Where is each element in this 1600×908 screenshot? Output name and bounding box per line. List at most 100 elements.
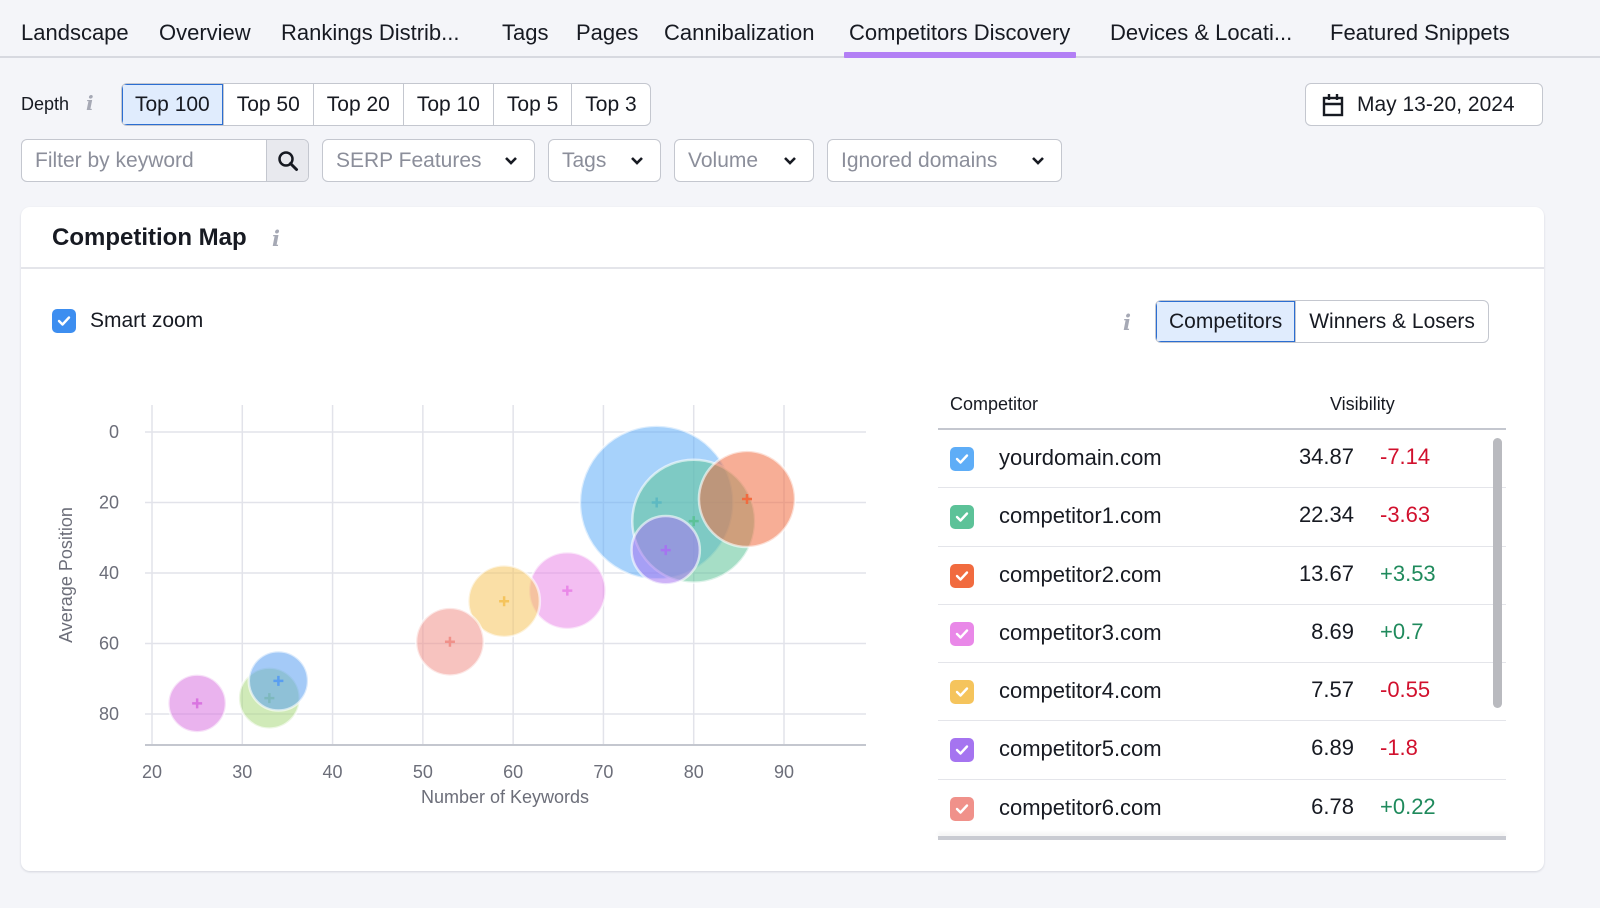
date-range-label: May 13-20, 2024 (1357, 92, 1515, 116)
bubble-competitor5-com[interactable] (630, 514, 702, 586)
depth-top-5[interactable]: Top 5 (492, 84, 571, 125)
tab-rankings-distribution[interactable]: Rankings Distrib... (281, 20, 460, 46)
tab-tags[interactable]: Tags (502, 20, 548, 46)
tab-devices-locations[interactable]: Devices & Locati... (1110, 20, 1292, 46)
table-row[interactable]: competitor1.com 22.34 -3.63 (938, 488, 1506, 547)
visibility-change: +3.53 (1380, 560, 1436, 586)
row-checkbox[interactable] (950, 796, 974, 821)
competitor-domain: competitor4.com (999, 678, 1162, 704)
row-checkbox[interactable] (950, 563, 974, 588)
table-row[interactable]: competitor3.com 8.69 +0.7 (938, 605, 1506, 664)
keyword-filter (21, 139, 309, 182)
checkmark-icon (955, 570, 969, 581)
x-tick-label: 30 (232, 762, 252, 782)
date-range-picker[interactable]: May 13-20, 2024 (1305, 83, 1543, 126)
depth-info-icon[interactable]: i (86, 91, 94, 115)
competitor-domain: competitor6.com (999, 794, 1162, 820)
checkmark-icon (955, 804, 969, 814)
y-axis-label: Average Position (56, 507, 76, 643)
competition-map-card: Competition Map i Smart zoom i Competito… (21, 207, 1544, 871)
table-row[interactable]: competitor4.com 7.57 -0.55 (938, 663, 1506, 722)
header-competitor: Competitor (950, 394, 1039, 414)
depth-top-3[interactable]: Top 3 (571, 84, 649, 125)
table-row[interactable]: competitor2.com 13.67 +3.53 (938, 547, 1506, 605)
x-tick-label: 60 (503, 762, 523, 782)
header-visibility: Visibility (1330, 394, 1395, 414)
competition-bubble-chart: 20 30 40 50 60 70 80 90 0 20 40 60 80 Number of Keyw… (56, 405, 866, 807)
tags-dropdown[interactable]: Tags (548, 139, 661, 182)
competitor-domain: competitor1.com (999, 503, 1162, 529)
row-checkbox[interactable] (950, 505, 974, 530)
checkmark-icon (955, 687, 969, 697)
volume-label: Volume (688, 148, 759, 172)
keyword-filter-input[interactable] (22, 140, 268, 181)
tab-landscape[interactable]: Landscape (21, 20, 129, 46)
serp-features-label: SERP Features (336, 148, 482, 172)
visibility-change: +0.7 (1380, 618, 1424, 644)
depth-top-50[interactable]: Top 50 (222, 84, 313, 125)
table-scrollbar[interactable] (1493, 438, 1502, 708)
mode-competitors[interactable]: Competitors (1156, 301, 1296, 342)
x-tick-label: 70 (593, 762, 613, 782)
chart-bubbles (167, 424, 797, 734)
table-row[interactable]: competitor5.com 6.89 -1.8 (938, 721, 1506, 780)
depth-top-100[interactable]: Top 100 (122, 84, 223, 125)
y-tick-label: 40 (99, 563, 119, 583)
ignored-domains-dropdown[interactable]: Ignored domains (827, 139, 1062, 182)
visibility-change: -3.63 (1380, 502, 1431, 528)
tab-competitors-discovery[interactable]: Competitors Discovery (843, 20, 1077, 58)
row-checkbox[interactable] (950, 680, 974, 705)
visibility-value: 7.57 (1311, 677, 1354, 703)
y-tick-label: 60 (99, 634, 119, 654)
table-header: Competitor Visibility (938, 384, 1506, 430)
search-button[interactable] (266, 140, 308, 181)
mode-winners-losers[interactable]: Winners & Losers (1295, 301, 1488, 342)
x-tick-label: 80 (684, 762, 704, 782)
competitor-domain: competitor5.com (999, 736, 1162, 762)
table-body: yourdomain.com 34.87 -7.14 competitor1.com 2… (938, 430, 1506, 836)
row-checkbox[interactable] (950, 738, 974, 763)
visibility-change: -1.8 (1380, 735, 1418, 761)
visibility-value: 8.69 (1311, 618, 1354, 644)
tab-overview[interactable]: Overview (159, 20, 251, 46)
chevron-down-icon (784, 157, 796, 165)
tab-pages[interactable]: Pages (576, 20, 638, 46)
search-icon (277, 150, 298, 171)
row-checkbox[interactable] (950, 447, 974, 471)
volume-dropdown[interactable]: Volume (674, 139, 814, 182)
bubble-unlabeled-magenta[interactable] (167, 673, 228, 734)
chevron-down-icon (631, 157, 643, 165)
depth-top-10[interactable]: Top 10 (402, 84, 493, 125)
visibility-change: -7.14 (1380, 444, 1431, 469)
table-row[interactable]: competitor6.com 6.78 +0.22 (938, 780, 1506, 836)
bubble-competitor3-com[interactable] (527, 551, 607, 631)
x-tick-label: 90 (774, 762, 794, 782)
tab-cannibalization[interactable]: Cannibalization (664, 20, 814, 46)
bubble-competitor2-com[interactable] (697, 449, 797, 549)
depth-top-20[interactable]: Top 20 (312, 84, 403, 125)
table-footer-divider (938, 836, 1506, 840)
visibility-value: 34.87 (1298, 444, 1354, 469)
row-checkbox[interactable] (950, 621, 974, 646)
y-tick-label: 80 (99, 704, 119, 724)
tab-featured-snippets[interactable]: Featured Snippets (1330, 20, 1510, 46)
checkmark-icon (955, 629, 969, 639)
competitor-domain: competitor3.com (999, 619, 1162, 645)
bubble-unlabeled-blue[interactable] (247, 649, 310, 712)
x-tick-label: 50 (413, 762, 433, 782)
x-axis-label: Number of Keywords (421, 787, 589, 807)
serp-features-dropdown[interactable]: SERP Features (322, 139, 535, 182)
ignored-domains-label: Ignored domains (841, 148, 998, 172)
visibility-value: 6.89 (1311, 735, 1354, 761)
y-tick-label: 20 (99, 493, 119, 513)
tags-label: Tags (562, 148, 607, 172)
visibility-value: 6.78 (1311, 793, 1354, 819)
table-row[interactable]: yourdomain.com 34.87 -7.14 (938, 430, 1506, 489)
mode-info-icon[interactable]: i (1123, 310, 1131, 335)
visibility-change: -0.55 (1380, 677, 1431, 703)
visibility-value: 22.34 (1298, 502, 1354, 528)
x-tick-label: 20 (142, 762, 162, 782)
bubble-competitor6-com[interactable] (414, 606, 486, 677)
competitor-domain: competitor2.com (999, 561, 1162, 587)
chevron-down-icon (505, 157, 517, 165)
